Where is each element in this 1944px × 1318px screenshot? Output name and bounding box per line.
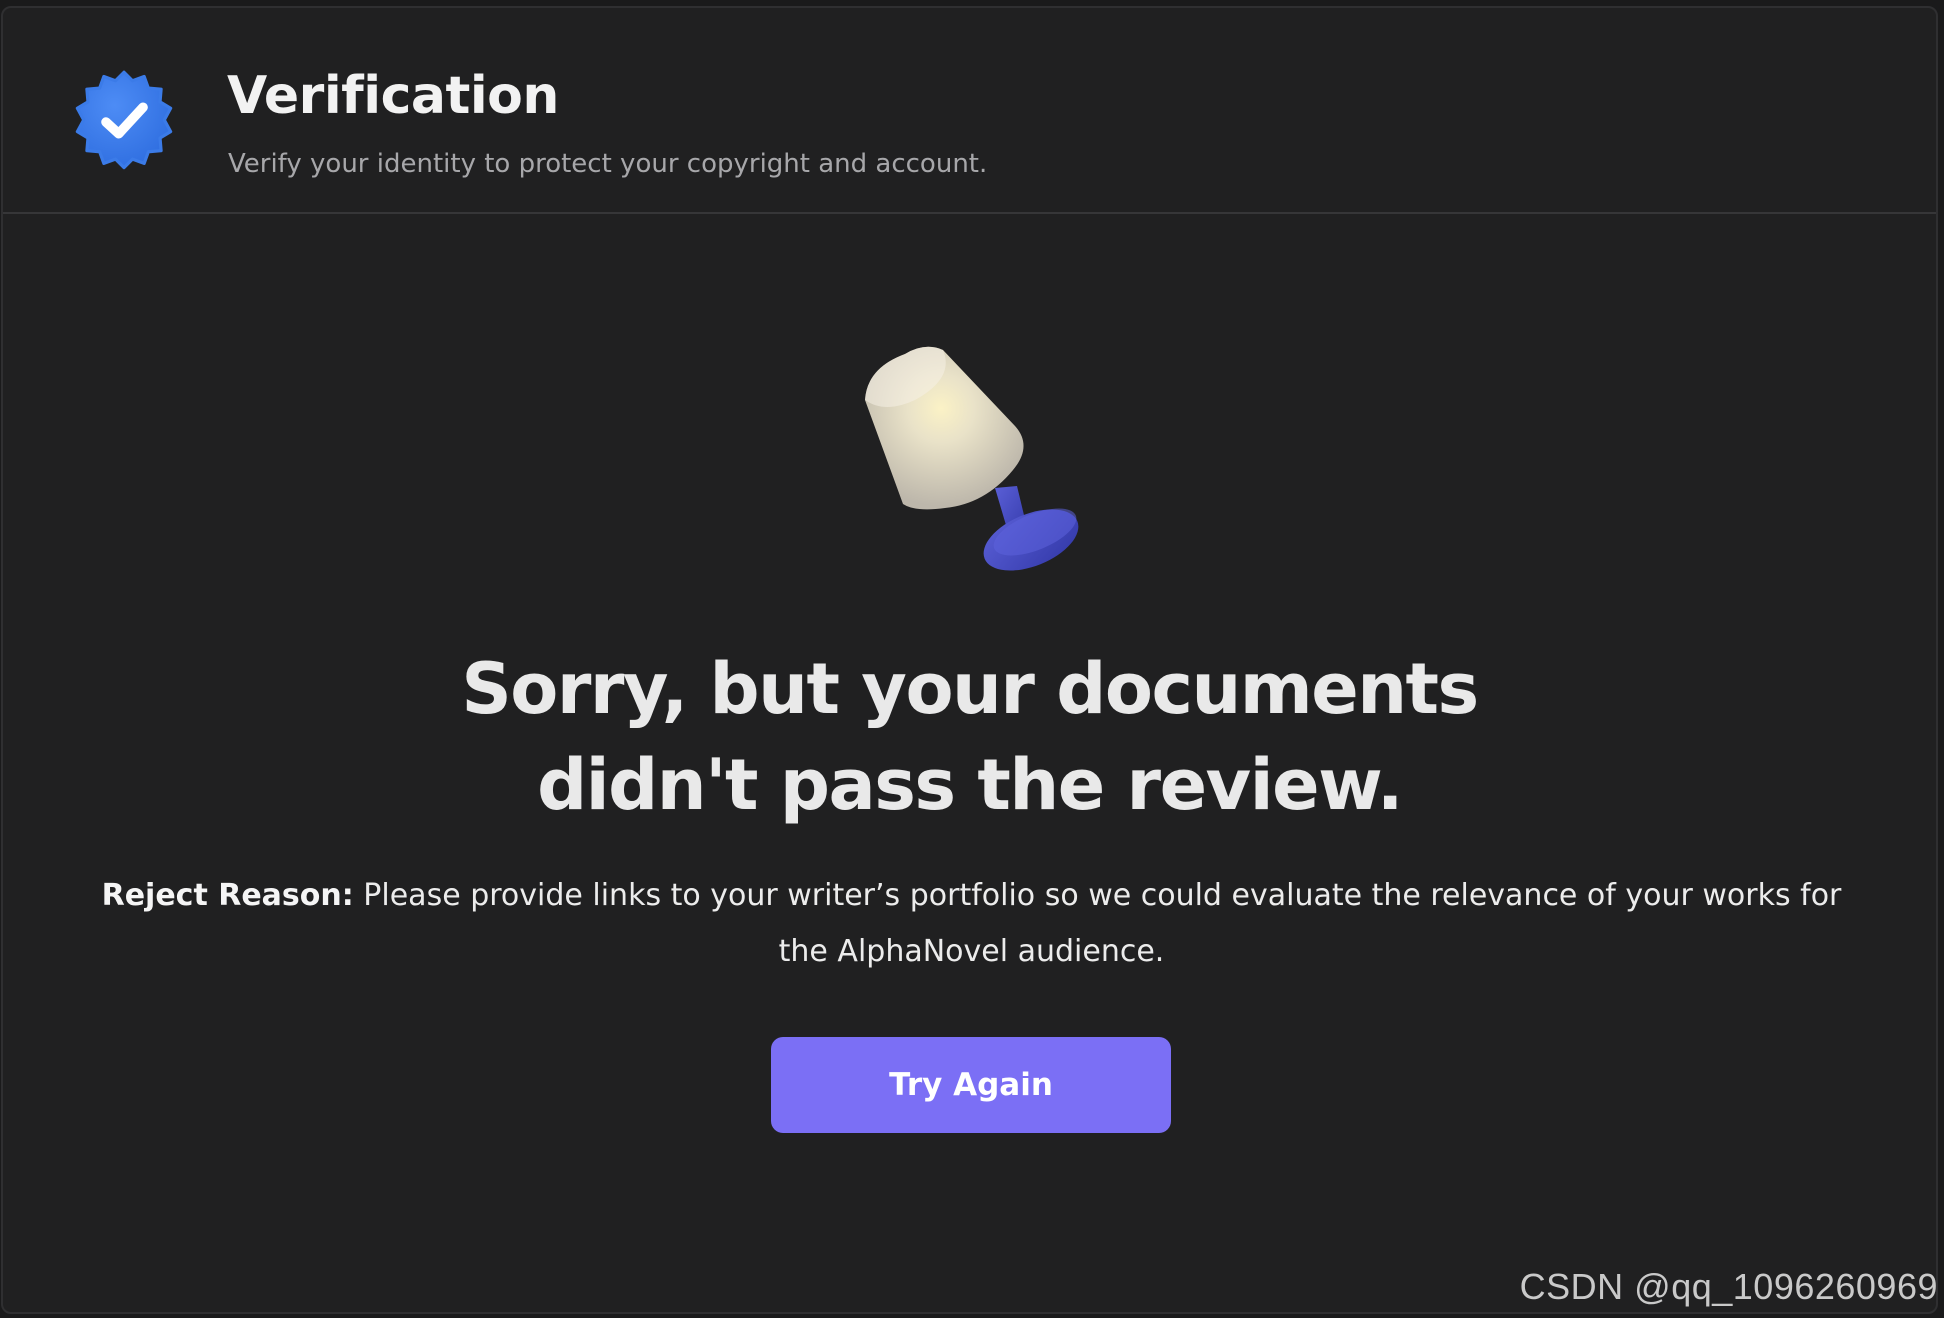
verification-header: Verification Verify your identity to pro… <box>3 8 1936 214</box>
page-title: Verification <box>227 66 559 126</box>
rejection-headline: Sorry, but your documents didn't pass th… <box>3 641 1936 833</box>
watermark: CSDN @qq_1096260969 <box>1519 1266 1938 1307</box>
verified-badge-icon <box>75 70 173 170</box>
page-subtitle: Verify your identity to protect your cop… <box>228 149 988 179</box>
reject-reason-label: Reject Reason: <box>101 878 354 913</box>
try-again-button[interactable]: Try Again <box>771 1037 1171 1133</box>
verification-panel: Verification Verify your identity to pro… <box>1 6 1938 1314</box>
headline-line-1: Sorry, but your documents <box>461 648 1479 730</box>
table-lamp-icon <box>865 346 1079 571</box>
reject-reason-text: Please provide links to your writer’s po… <box>353 878 1842 969</box>
headline-line-2: didn't pass the review. <box>537 744 1403 826</box>
reject-reason: Reject Reason: Please provide links to y… <box>83 868 1860 980</box>
